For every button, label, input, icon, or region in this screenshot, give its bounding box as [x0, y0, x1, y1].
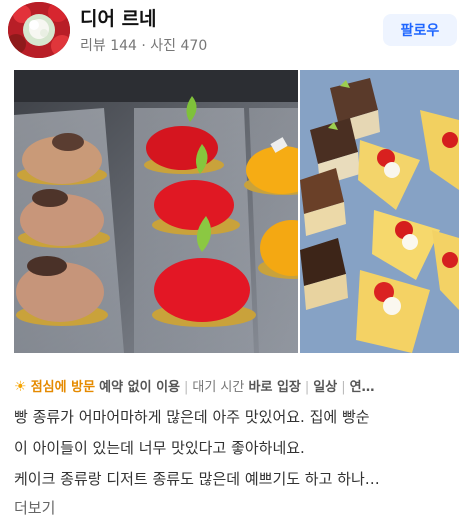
- dessert-slices-photo: [300, 70, 459, 353]
- flower-bouquet-icon: [8, 2, 70, 58]
- photo-dessert-slices[interactable]: [300, 70, 459, 353]
- wait-time-value: 바로 입장: [248, 380, 301, 395]
- read-more-link[interactable]: 더보기: [14, 497, 55, 518]
- review-line: 빵 종류가 어마어마하게 많은데 아주 맛있어요. 집에 빵순: [14, 408, 370, 426]
- profile-stats: 리뷰 144 · 사진 470: [80, 35, 207, 55]
- visit-info-tags[interactable]: ☀ 점심에 방문 예약 없이 이용 | 대기 시간 바로 입장 | 일상 | 연…: [14, 376, 459, 396]
- review-line: 이 아이들이 있는데 너무 맛있다고 좋아하네요.: [14, 439, 305, 457]
- tag-divider: |: [341, 380, 346, 395]
- cake-display-photo: [14, 70, 298, 353]
- review-count: 리뷰 144: [80, 38, 137, 54]
- photo-count: 사진 470: [150, 38, 208, 54]
- tag-divider: |: [183, 380, 189, 395]
- tag-divider: |: [304, 380, 310, 395]
- profile-name[interactable]: 디어 르네: [80, 4, 157, 31]
- review-line: 케이크 종류랑 디저트 종류도 많은데 예쁘기도 하고 하나…: [14, 470, 380, 488]
- follow-button[interactable]: 팔로우: [383, 14, 457, 46]
- visit-time-tag: 점심에 방문: [30, 380, 96, 395]
- photo-cake-display[interactable]: [14, 70, 298, 353]
- reservation-tag: 예약 없이 이용: [99, 380, 180, 395]
- purpose-tag: 일상: [313, 380, 338, 395]
- review-text[interactable]: 빵 종류가 어마어마하게 많은데 아주 맛있어요. 집에 빵순 이 아이들이 있…: [14, 402, 459, 495]
- wait-time-label: 대기 시간: [192, 380, 245, 395]
- avatar[interactable]: [8, 2, 70, 58]
- more-tags: 연…: [349, 380, 375, 395]
- photo-carousel[interactable]: [14, 70, 459, 353]
- sun-icon: ☀: [14, 379, 27, 395]
- profile-header: 디어 르네 리뷰 144 · 사진 470 팔로우: [0, 0, 471, 66]
- stats-separator: ·: [136, 38, 151, 54]
